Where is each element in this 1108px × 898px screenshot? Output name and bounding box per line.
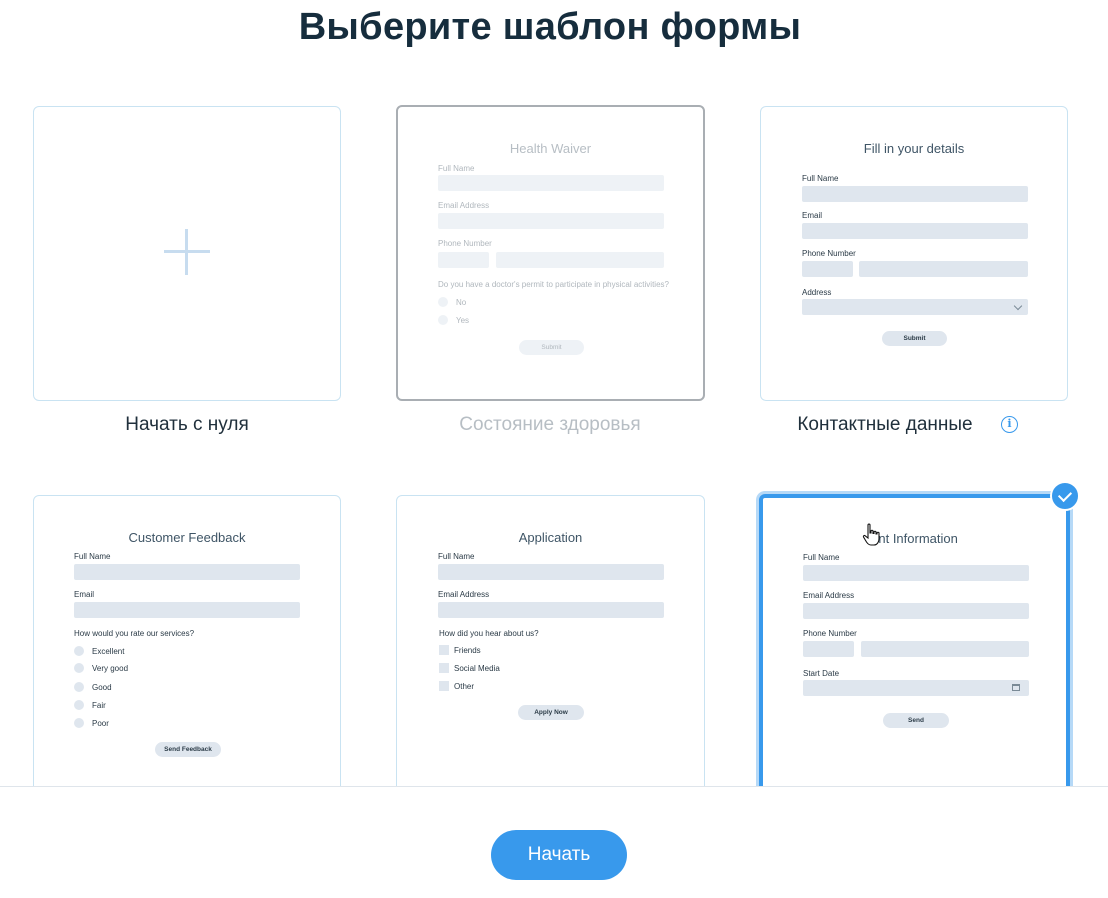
form-label: Email Address xyxy=(438,201,490,210)
form-field xyxy=(74,602,300,618)
form-title: ent Information xyxy=(871,531,958,546)
radio-icon xyxy=(74,663,84,673)
plus-icon xyxy=(164,229,210,275)
form-label: Start Date xyxy=(803,669,840,678)
form-field xyxy=(802,186,1028,202)
template-card-contact-details[interactable]: Fill in your details Full Name Email Pho… xyxy=(760,106,1068,401)
form-submit-button: Send xyxy=(883,713,949,728)
form-field xyxy=(802,261,853,277)
form-option: Yes xyxy=(456,316,470,325)
radio-icon xyxy=(438,315,448,325)
form-label: Full Name xyxy=(74,552,111,561)
template-picker: Выберите шаблон формы Начать с нуля Heal… xyxy=(0,0,1108,898)
templates-scroll-area[interactable]: Выберите шаблон формы Начать с нуля Heal… xyxy=(0,0,1108,786)
form-field xyxy=(803,641,854,657)
form-submit-button: Apply Now xyxy=(518,705,584,720)
form-field xyxy=(861,641,1029,657)
form-question: How would you rate our services? xyxy=(74,629,195,638)
form-title: Application xyxy=(518,530,583,545)
checkbox-icon xyxy=(439,681,449,691)
form-question: Do you have a doctor's permit to partici… xyxy=(438,280,669,289)
info-icon[interactable]: i xyxy=(1001,416,1018,433)
hand-cursor-icon xyxy=(862,523,880,546)
template-card-health-waiver[interactable]: Health Waiver Full Name Email Address Ph… xyxy=(396,105,705,401)
calendar-icon xyxy=(1012,684,1020,691)
form-option: Excellent xyxy=(92,647,125,656)
form-submit-button: Submit xyxy=(882,331,947,346)
checkbox-icon xyxy=(439,663,449,673)
form-field xyxy=(438,564,664,580)
template-caption-blank: Начать с нуля xyxy=(125,414,249,435)
form-option: Good xyxy=(92,683,112,692)
form-label: Full Name xyxy=(803,553,840,562)
template-card-application[interactable]: Application Full Name Email Address How … xyxy=(396,495,705,786)
template-caption-contact-details: Контактные данные xyxy=(797,414,973,435)
form-field xyxy=(438,252,489,268)
page-title: Выберите шаблон формы xyxy=(298,6,802,48)
form-field xyxy=(803,565,1029,581)
radio-icon xyxy=(74,700,84,710)
form-field xyxy=(496,252,664,268)
form-label: Email Address xyxy=(438,590,490,599)
form-label: Full Name xyxy=(438,164,475,173)
form-label: Email xyxy=(74,590,95,599)
form-field xyxy=(803,603,1029,619)
form-label: Phone Number xyxy=(803,629,857,638)
selected-check-icon xyxy=(1050,481,1080,511)
form-title: Fill in your details xyxy=(863,141,965,156)
form-option: Very good xyxy=(92,664,129,673)
form-label: Phone Number xyxy=(802,249,856,258)
template-card-selected[interactable]: ent Information Full Name Email Address … xyxy=(759,494,1070,786)
radio-icon xyxy=(74,646,84,656)
checkbox-icon xyxy=(439,645,449,655)
radio-icon xyxy=(438,297,448,307)
radio-icon xyxy=(74,718,84,728)
form-submit-button: Submit xyxy=(519,340,584,355)
form-field xyxy=(74,564,300,580)
form-field xyxy=(438,175,664,191)
form-field xyxy=(438,602,664,618)
form-option: Other xyxy=(454,682,475,691)
template-caption-health-waiver: Состояние здоровья xyxy=(459,414,641,435)
form-label: Full Name xyxy=(438,552,475,561)
form-submit-button: Send Feedback xyxy=(155,742,221,757)
form-label: Address xyxy=(802,288,832,297)
form-field xyxy=(859,261,1028,277)
footer-bar: Начать xyxy=(0,786,1108,898)
form-option: Social Media xyxy=(454,664,500,673)
form-option: Poor xyxy=(92,719,109,728)
form-label: Phone Number xyxy=(438,239,492,248)
form-option: Fair xyxy=(92,701,106,710)
form-label: Email Address xyxy=(803,591,855,600)
form-dropdown xyxy=(802,299,1028,315)
form-field xyxy=(802,223,1028,239)
form-date-field xyxy=(803,680,1029,696)
form-field xyxy=(438,213,664,229)
form-title: Customer Feedback xyxy=(128,530,246,545)
radio-icon xyxy=(74,682,84,692)
form-question: How did you hear about us? xyxy=(439,629,539,638)
template-card-customer-feedback[interactable]: Customer Feedback Full Name Email How wo… xyxy=(33,495,341,786)
form-label: Full Name xyxy=(802,174,839,183)
start-button[interactable]: Начать xyxy=(491,830,627,880)
form-option: Friends xyxy=(454,646,481,655)
template-card-blank[interactable] xyxy=(33,106,341,401)
form-label: Email xyxy=(802,211,823,220)
form-option: No xyxy=(456,298,467,307)
form-title: Health Waiver xyxy=(509,141,592,156)
